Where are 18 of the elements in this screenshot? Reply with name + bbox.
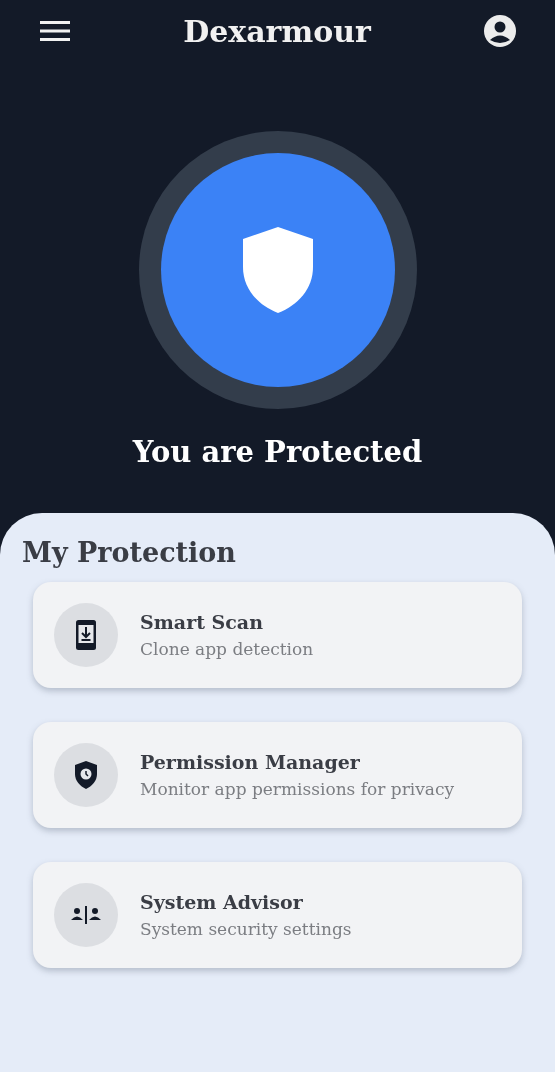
feature-title: Permission Manager: [140, 751, 361, 773]
menu-icon[interactable]: [40, 20, 70, 42]
account-icon[interactable]: [484, 15, 516, 47]
feature-card[interactable]: Permission Manager Monitor app permissions for privacy: [33, 722, 522, 828]
feature-title: System Advisor: [140, 891, 304, 913]
feature-title: Smart Scan: [140, 611, 264, 633]
section-title: My Protection: [22, 537, 237, 568]
shield-icon: [242, 227, 313, 313]
status-text: You are Protected: [132, 435, 423, 469]
feature-subtitle: Clone app detection: [140, 639, 314, 659]
app-title: Dexarmour: [183, 13, 371, 49]
people-compare-icon: [71, 905, 101, 925]
phone-download-icon: [76, 620, 96, 650]
feature-subtitle: Monitor app permissions for privacy: [140, 779, 455, 799]
feature-subtitle: System security settings: [140, 919, 352, 939]
feature-card[interactable]: Smart Scan Clone app detection: [33, 582, 522, 688]
shield-clock-icon: [75, 761, 97, 789]
feature-card[interactable]: System Advisor System security settings: [33, 862, 522, 968]
